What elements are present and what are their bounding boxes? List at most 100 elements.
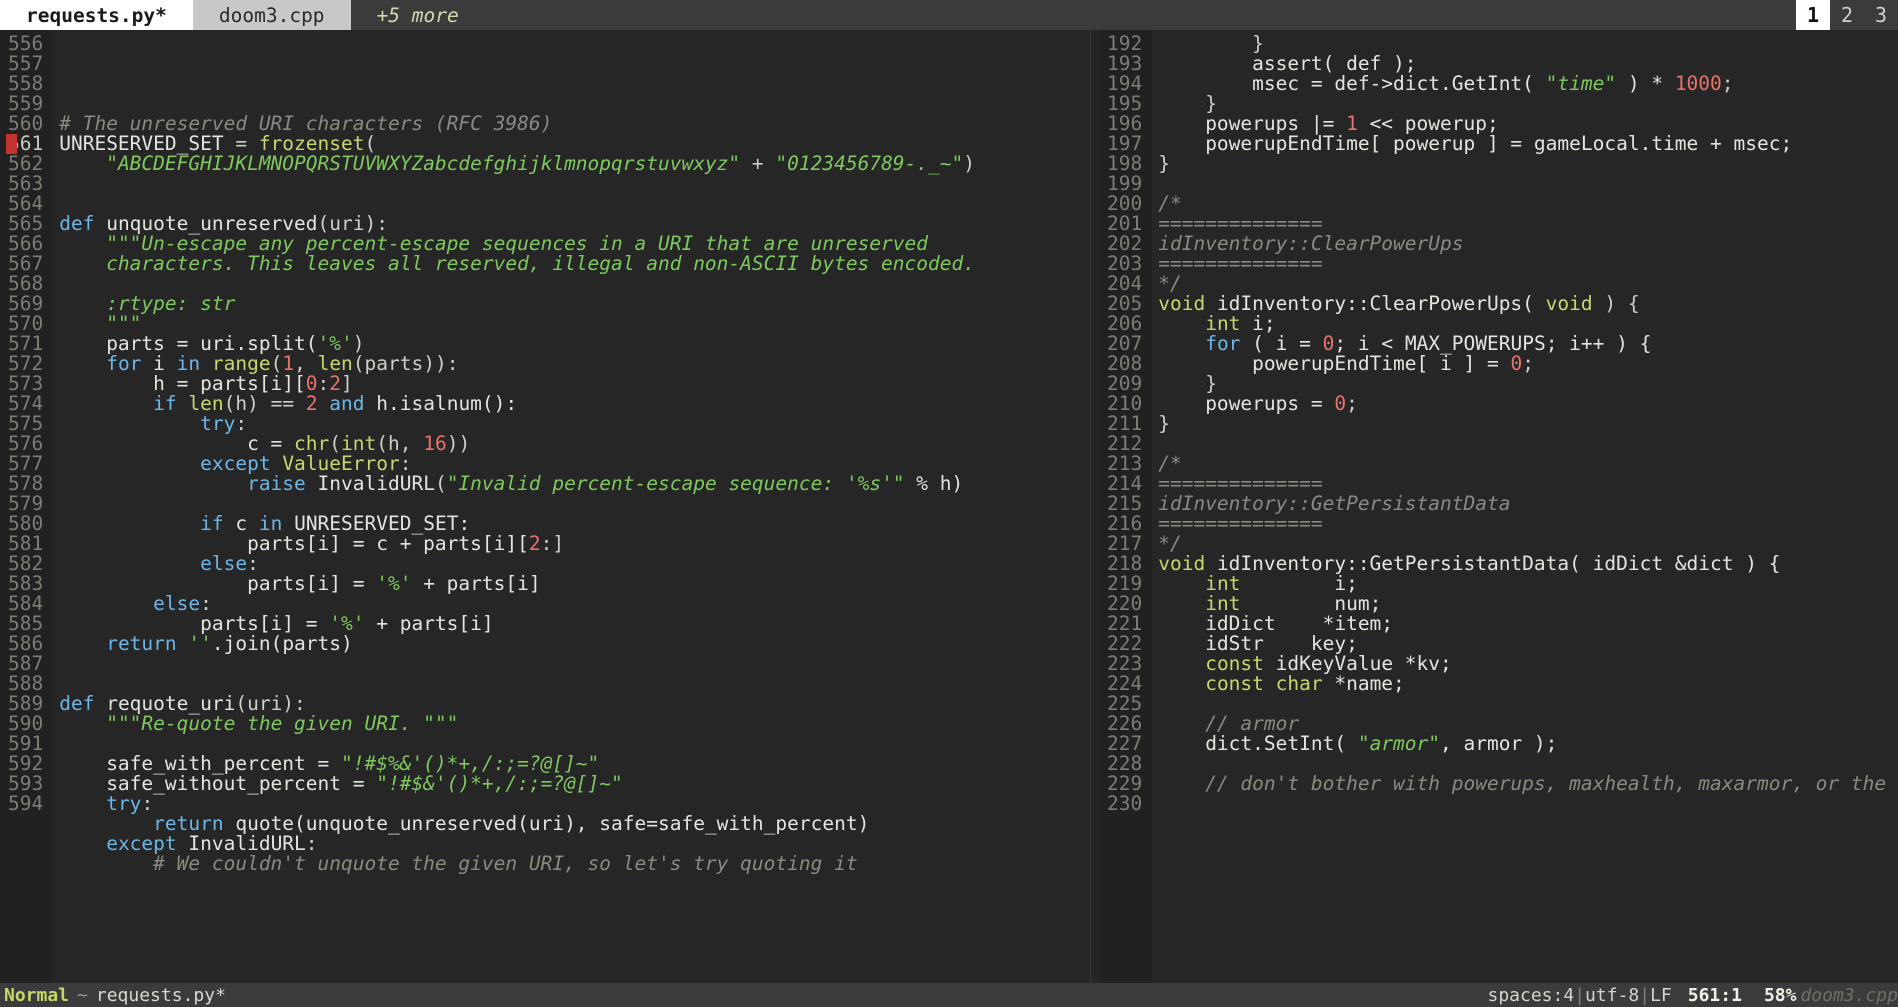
code-line[interactable]: def unquote_unreserved(uri): [59, 214, 1090, 234]
line-number-gutter-left: 556 557 558 559 560 561 562 563 564 565 566 567 568 5… [0, 30, 54, 983]
code-line[interactable]: characters. This leaves all reserved, il… [59, 254, 1090, 274]
code-line[interactable]: */ [1158, 534, 1898, 554]
tab-0[interactable]: requests.py* [0, 0, 193, 30]
code-line[interactable]: UNRESERVED_SET = frozenset( [59, 134, 1090, 154]
code-line[interactable]: ============== [1158, 474, 1898, 494]
code-line[interactable]: } [1158, 34, 1898, 54]
code-line[interactable]: msec = def->dict.GetInt( "time" ) * 1000… [1158, 74, 1898, 94]
code-line[interactable]: else: [59, 594, 1090, 614]
code-line[interactable]: parts[i] = c + parts[i][2:] [59, 534, 1090, 554]
code-line[interactable]: def requote_uri(uri): [59, 694, 1090, 714]
code-line[interactable] [59, 174, 1090, 194]
code-line[interactable]: for i in range(1, len(parts)): [59, 354, 1090, 374]
code-line[interactable] [59, 654, 1090, 674]
code-line[interactable]: ============== [1158, 254, 1898, 274]
code-line[interactable]: if c in UNRESERVED_SET: [59, 514, 1090, 534]
line-number: 197 [1107, 132, 1143, 155]
code-token: "armor" [1357, 732, 1441, 755]
code-line[interactable]: c = chr(int(h, 16)) [59, 434, 1090, 454]
line-number: 225 [1107, 692, 1143, 715]
code-line[interactable]: ============== [1158, 214, 1898, 234]
code-line[interactable]: safe_with_percent = "!#$%&'()*+,/:;=?@[]… [59, 754, 1090, 774]
tab-1[interactable]: doom3.cpp [192, 0, 351, 30]
code-line[interactable]: ============== [1158, 514, 1898, 534]
window-number-1[interactable]: 1 [1796, 0, 1830, 30]
code-content-right[interactable]: } assert( def ); msec = def->dict.GetInt… [1152, 30, 1898, 983]
code-line[interactable]: // don't bother with powerups, maxhealth… [1158, 774, 1898, 794]
code-line[interactable]: parts[i] = '%' + parts[i] [59, 574, 1090, 594]
code-line[interactable]: raise InvalidURL("Invalid percent-escape… [59, 474, 1090, 494]
code-line[interactable] [1158, 754, 1898, 774]
code-line[interactable]: parts = uri.split('%') [59, 334, 1090, 354]
code-line[interactable]: powerups |= 1 << powerup; [1158, 114, 1898, 134]
code-line[interactable]: if len(h) == 2 and h.isalnum(): [59, 394, 1090, 414]
code-line[interactable]: dict.SetInt( "armor", armor ); [1158, 734, 1898, 754]
code-line[interactable]: void idInventory::ClearPowerUps( void ) … [1158, 294, 1898, 314]
code-line[interactable]: } [1158, 154, 1898, 174]
code-line[interactable] [1158, 174, 1898, 194]
window-number-2[interactable]: 2 [1830, 0, 1864, 30]
code-line[interactable]: const char *name; [1158, 674, 1898, 694]
code-line[interactable] [1158, 794, 1898, 814]
code-token: ============== [1158, 512, 1323, 535]
code-line[interactable]: except ValueError: [59, 454, 1090, 474]
code-line[interactable] [59, 274, 1090, 294]
code-line[interactable]: :rtype: str [59, 294, 1090, 314]
code-line[interactable]: """Re-quote the given URI. """ [59, 714, 1090, 734]
code-line[interactable]: except InvalidURL: [59, 834, 1090, 854]
code-line[interactable]: int num; [1158, 594, 1898, 614]
code-line[interactable]: // armor [1158, 714, 1898, 734]
code-line[interactable]: assert( def ); [1158, 54, 1898, 74]
tab-2[interactable]: +5 more [350, 0, 485, 30]
line-number: 580 [8, 512, 44, 535]
code-line[interactable]: safe_without_percent = "!#$&'()*+,/:;=?@… [59, 774, 1090, 794]
code-line[interactable]: "ABCDEFGHIJKLMNOPQRSTUVWXYZabcdefghijklm… [59, 154, 1090, 174]
code-line[interactable]: powerupEndTime[ i ] = 0; [1158, 354, 1898, 374]
line-number: 586 [8, 632, 44, 655]
code-line[interactable]: } [1158, 414, 1898, 434]
code-content-left[interactable]: # The unreserved URI characters (RFC 398… [6, 30, 1090, 983]
code-line[interactable]: parts[i] = '%' + parts[i] [59, 614, 1090, 634]
code-line[interactable]: idStr key; [1158, 634, 1898, 654]
code-line[interactable]: return quote(unquote_unreserved(uri), sa… [59, 814, 1090, 834]
code-line[interactable]: } [1158, 94, 1898, 114]
code-line[interactable]: void idInventory::GetPersistantData( idD… [1158, 554, 1898, 574]
code-line[interactable]: # The unreserved URI characters (RFC 398… [59, 114, 1090, 134]
window-number-3[interactable]: 3 [1864, 0, 1898, 30]
code-line[interactable]: idInventory::GetPersistantData [1158, 494, 1898, 514]
editor-pane-right[interactable]: 192 193 194 195 196 197 198 199 200 201 202 203 204 2… [1099, 30, 1898, 983]
code-line[interactable] [1158, 694, 1898, 714]
code-line[interactable]: idInventory::ClearPowerUps [1158, 234, 1898, 254]
code-line[interactable]: /* [1158, 454, 1898, 474]
code-line[interactable]: return ''.join(parts) [59, 634, 1090, 654]
status-right: spaces:4 | utf-8 | LF 561:1 58% doom3.cp… [1487, 985, 1898, 1006]
code-line[interactable]: idDict *item; [1158, 614, 1898, 634]
code-line[interactable]: for ( i = 0; i < MAX_POWERUPS; i++ ) { [1158, 334, 1898, 354]
code-line[interactable]: else: [59, 554, 1090, 574]
code-line[interactable]: # We couldn't unquote the given URI, so … [59, 854, 1090, 874]
code-line[interactable]: /* [1158, 194, 1898, 214]
code-line[interactable] [59, 494, 1090, 514]
line-number: 568 [8, 272, 44, 295]
code-line[interactable]: h = parts[i][0:2] [59, 374, 1090, 394]
code-line[interactable]: powerups = 0; [1158, 394, 1898, 414]
code-line[interactable] [59, 94, 1090, 114]
code-line[interactable] [59, 674, 1090, 694]
code-line[interactable]: try: [59, 794, 1090, 814]
code-line[interactable]: int i; [1158, 574, 1898, 594]
code-token: ; [1346, 392, 1358, 415]
code-line[interactable]: int i; [1158, 314, 1898, 334]
code-line[interactable] [59, 194, 1090, 214]
code-line[interactable]: """ [59, 314, 1090, 334]
code-line[interactable]: const idKeyValue *kv; [1158, 654, 1898, 674]
code-line[interactable] [1158, 434, 1898, 454]
line-number: 201 [1107, 212, 1143, 235]
code-line[interactable] [59, 734, 1090, 754]
code-line[interactable]: powerupEndTime[ powerup ] = gameLocal.ti… [1158, 134, 1898, 154]
line-number: 560 [8, 112, 44, 135]
code-line[interactable]: */ [1158, 274, 1898, 294]
code-line[interactable]: """Un-escape any percent-escape sequence… [59, 234, 1090, 254]
code-line[interactable]: } [1158, 374, 1898, 394]
editor-pane-left[interactable]: 556 557 558 559 560 561 562 563 564 565 566 567 568 5… [0, 30, 1090, 983]
code-line[interactable]: try: [59, 414, 1090, 434]
